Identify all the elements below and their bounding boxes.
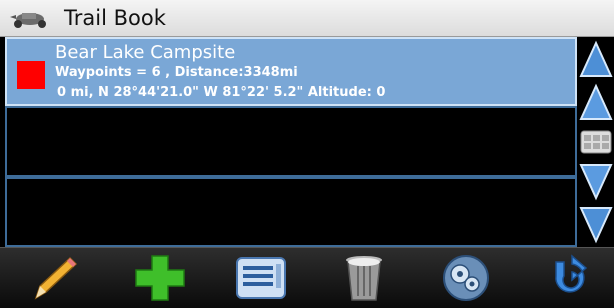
trail-coordinates: 0 mi, N 28°44'21.0" W 81°22' 5.2" Altitu… [57,85,386,100]
toolbar [0,247,614,308]
list-icon[interactable] [233,252,289,304]
page-title: Trail Book [64,6,166,30]
title-bar: Trail Book [0,0,614,37]
back-icon[interactable] [542,252,598,304]
page-up-icon[interactable] [579,40,613,80]
scroll-down-icon[interactable] [579,161,613,201]
trail-row[interactable]: Bear Lake Campsite Waypoints = 6 , Dista… [5,37,577,106]
keyboard-icon[interactable] [579,127,613,157]
trail-color-swatch [17,61,45,89]
empty-row[interactable] [5,177,577,247]
trail-waypoints: Waypoints = 6 , Distance:3348mi [55,65,298,80]
page-down-icon[interactable] [579,204,613,244]
scroll-up-icon[interactable] [579,83,613,123]
trail-name: Bear Lake Campsite [55,42,236,63]
add-icon[interactable] [132,252,188,304]
app-icon [10,13,46,28]
scroll-sidebar [577,37,614,247]
pencil-icon[interactable] [26,252,82,304]
trail-list[interactable]: Bear Lake Campsite Waypoints = 6 , Dista… [5,37,577,247]
gears-icon[interactable] [438,252,494,304]
empty-row[interactable] [5,106,577,177]
trash-icon[interactable] [336,252,392,304]
